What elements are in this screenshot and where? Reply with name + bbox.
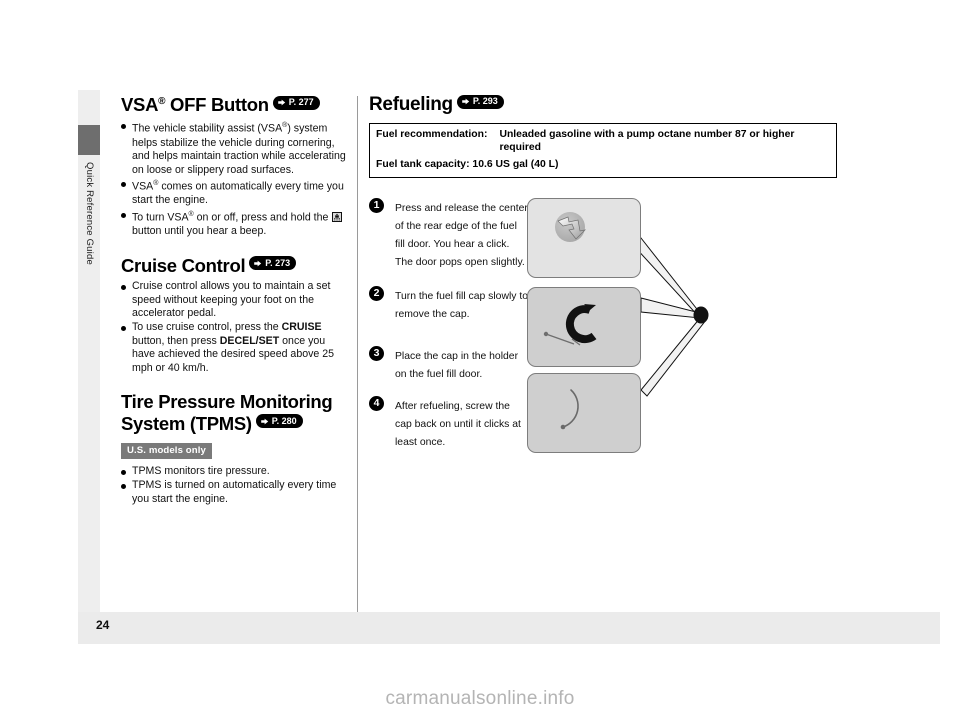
tpms-section: Tire Pressure Monitoring System (TPMS) P.…: [121, 391, 351, 506]
list-item: Cruise control allows you to maintain a …: [121, 280, 351, 321]
vsa-title-text: VSA: [121, 94, 159, 115]
table-row: Fuel recommendation: Unleaded gasoline w…: [370, 124, 837, 158]
fuel-tank-capacity-label: Fuel tank capacity: 10.6 US gal (40 L): [376, 159, 559, 171]
list-item: To turn VSA® on or off, press and hold t…: [121, 208, 351, 239]
refueling-title-text: Refueling: [369, 94, 453, 115]
fuel-specification-table: Fuel recommendation: Unleaded gasoline w…: [369, 123, 837, 178]
vsa-bullet-list: The vehicle stability assist (VSA®) syst…: [121, 119, 351, 238]
list-item: To use cruise control, press the CRUISE …: [121, 321, 351, 375]
tpms-title-line1: Tire Pressure Monitoring: [121, 391, 333, 413]
page-ref-label-cruise: P. 273: [265, 257, 291, 268]
tpms-bullet-list: TPMS monitors tire pressure. TPMS is tur…: [121, 465, 351, 506]
left-column: VSA® OFF Button P. 277 The vehicle stabil…: [121, 94, 351, 506]
cruise-section-title: Cruise Control P. 273: [121, 255, 351, 276]
fuel-cap-turn-illustration: [527, 287, 641, 367]
list-item: The vehicle stability assist (VSA®) syst…: [121, 119, 351, 177]
step-text: After refueling, screw the cap back on u…: [395, 401, 521, 448]
right-column: Refueling P. 293 Fuel recommendation: Unl…: [369, 94, 839, 178]
step-number-badge: 2: [369, 286, 384, 301]
column-divider: [357, 96, 358, 612]
arrow-right-icon: [460, 96, 471, 107]
cruise-title-text: Cruise Control: [121, 254, 246, 276]
watermark-text: carmanualsonline.info: [385, 688, 575, 709]
page-ref-badge-cruise[interactable]: P. 273: [249, 256, 297, 271]
list-item: TPMS is turned on automatically every ti…: [121, 479, 351, 506]
list-item: 4 After refueling, screw the cap back on…: [369, 396, 529, 450]
callout-node-dot: [693, 306, 709, 324]
manual-page: Quick Reference Guide VSA® OFF Button P. …: [0, 0, 960, 722]
status-badge-us-models: U.S. models only: [121, 443, 212, 460]
page-ref-label-tpms: P. 280: [271, 415, 297, 426]
page-ref-badge-vsa[interactable]: P. 277: [272, 95, 320, 110]
page-ref-badge-refueling[interactable]: P. 293: [456, 94, 504, 109]
step-number-badge: 3: [369, 346, 384, 361]
tpms-section-title: Tire Pressure Monitoring System (TPMS) P.…: [121, 391, 351, 434]
sidebar-tab-label: Quick Reference Guide: [84, 162, 95, 265]
step-text: Place the cap in the holder on the fuel …: [395, 351, 519, 380]
footer-bar: [78, 612, 940, 644]
vsa-button-icon: [332, 212, 343, 223]
cruise-control-section: Cruise Control P. 273 Cruise control allo…: [121, 255, 351, 376]
list-item: TPMS monitors tire pressure.: [121, 465, 351, 479]
arrow-right-icon: [259, 416, 270, 427]
cruise-bullet-list: Cruise control allows you to maintain a …: [121, 280, 351, 375]
vsa-title-rest: OFF Button: [165, 94, 269, 115]
arrow-right-icon: [252, 258, 263, 269]
step-text: Turn the fuel fill cap slowly to remove …: [395, 291, 529, 320]
page-ref-badge-tpms[interactable]: P. 280: [255, 414, 303, 429]
fuel-fill-door-press-illustration: [527, 198, 641, 278]
sidebar-tab-marker: [78, 125, 100, 155]
refueling-steps-list: 1 Press and release the center of the re…: [369, 198, 529, 461]
page-ref-label-refueling: P. 293: [472, 96, 498, 106]
list-item: 3 Place the cap in the holder on the fue…: [369, 346, 529, 382]
step-text: Press and release the center of the rear…: [395, 203, 528, 268]
step-number-badge: 4: [369, 396, 384, 411]
step-number-badge: 1: [369, 198, 384, 213]
fuel-cap-holder-illustration: [527, 373, 641, 453]
list-item: 1 Press and release the center of the re…: [369, 198, 529, 270]
refueling-section-title: Refueling P. 293: [369, 94, 839, 116]
table-row: Fuel tank capacity: 10.6 US gal (40 L): [370, 157, 837, 177]
list-item: VSA® comes on automatically every time y…: [121, 177, 351, 208]
fuel-recommendation-value: Unleaded gasoline with a pump octane num…: [499, 129, 795, 154]
page-number: 24: [96, 618, 110, 632]
page-ref-label-vsa: P. 277: [288, 97, 314, 107]
list-item: 2 Turn the fuel fill cap slowly to remov…: [369, 286, 529, 322]
vsa-section-title: VSA® OFF Button P. 277: [121, 94, 351, 115]
fuel-recommendation-label: Fuel recommendation:: [376, 129, 488, 141]
arrow-right-icon: [276, 97, 287, 108]
tpms-title-line2: System (TPMS): [121, 412, 252, 434]
